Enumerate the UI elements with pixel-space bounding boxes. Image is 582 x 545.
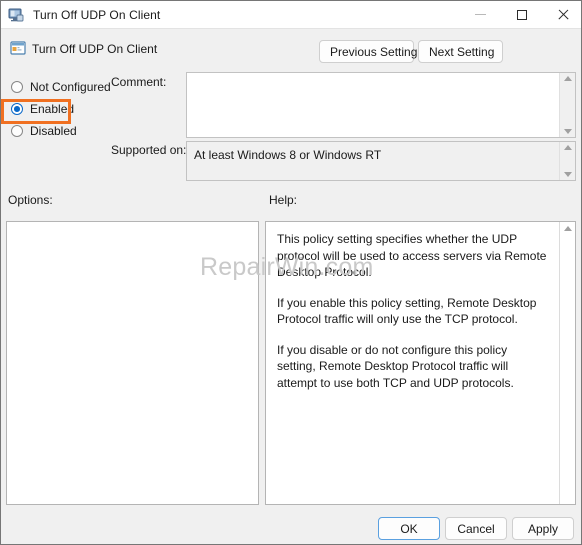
minimize-button[interactable] [460, 1, 501, 28]
comment-input[interactable] [187, 73, 559, 137]
help-scrollbar[interactable] [559, 222, 575, 504]
maximize-button[interactable] [501, 1, 542, 28]
next-setting-button[interactable]: Next Setting [418, 40, 503, 63]
policy-state-radio-group: Not Configured Enabled Disabled [8, 76, 111, 142]
caption-buttons [460, 1, 581, 28]
help-label: Help: [269, 193, 298, 207]
options-panel[interactable] [6, 221, 259, 505]
maximize-icon [516, 9, 527, 20]
supported-on-scrollbar[interactable] [559, 142, 575, 180]
group-policy-setting-dialog: Turn Off UDP On Client Turn Off UDP On C… [0, 0, 582, 545]
previous-setting-button[interactable]: Previous Setting [319, 40, 417, 63]
window-title: Turn Off UDP On Client [33, 7, 161, 22]
policy-setting-icon [10, 40, 26, 56]
help-panel: This policy setting specifies whether th… [265, 221, 576, 505]
options-label: Options: [8, 193, 53, 207]
radio-not-configured-label: Not Configured [30, 80, 111, 94]
close-button[interactable] [542, 1, 581, 28]
scroll-up-icon[interactable] [563, 145, 572, 150]
apply-button[interactable]: Apply [512, 517, 574, 540]
setting-title: Turn Off UDP On Client [32, 42, 158, 56]
radio-enabled[interactable]: Enabled [8, 98, 108, 120]
policy-monitor-icon [8, 7, 24, 23]
help-paragraph: This policy setting specifies whether th… [277, 232, 547, 279]
scroll-up-icon[interactable] [563, 226, 572, 231]
help-paragraph: If you enable this policy setting, Remot… [277, 295, 537, 327]
radio-enabled-label: Enabled [30, 102, 75, 116]
supported-on-label: Supported on: [111, 143, 187, 157]
scroll-down-icon[interactable] [563, 172, 572, 177]
help-text: This policy setting specifies whether th… [266, 222, 559, 504]
comment-label: Comment: [111, 75, 167, 89]
close-icon [557, 9, 569, 21]
ok-button[interactable]: OK [378, 517, 440, 540]
radio-not-configured-mark [11, 81, 23, 93]
comment-scrollbar[interactable] [559, 73, 575, 137]
help-paragraph: If you disable or do not configure this … [277, 342, 514, 390]
radio-enabled-mark [11, 103, 23, 115]
radio-disabled-label: Disabled [30, 124, 77, 138]
comment-box[interactable] [186, 72, 576, 138]
radio-disabled[interactable]: Disabled [8, 120, 108, 142]
cancel-button[interactable]: Cancel [445, 517, 507, 540]
radio-not-configured[interactable]: Not Configured [8, 76, 111, 98]
setting-header: Turn Off UDP On Client Previous Setting … [1, 28, 581, 68]
supported-on-box: At least Windows 8 or Windows RT [186, 141, 576, 181]
title-bar: Turn Off UDP On Client [1, 1, 581, 28]
minimize-icon [475, 14, 486, 15]
scroll-down-icon[interactable] [563, 129, 572, 134]
radio-disabled-mark [11, 125, 23, 137]
scroll-up-icon[interactable] [563, 76, 572, 81]
supported-on-value: At least Windows 8 or Windows RT [194, 148, 382, 162]
